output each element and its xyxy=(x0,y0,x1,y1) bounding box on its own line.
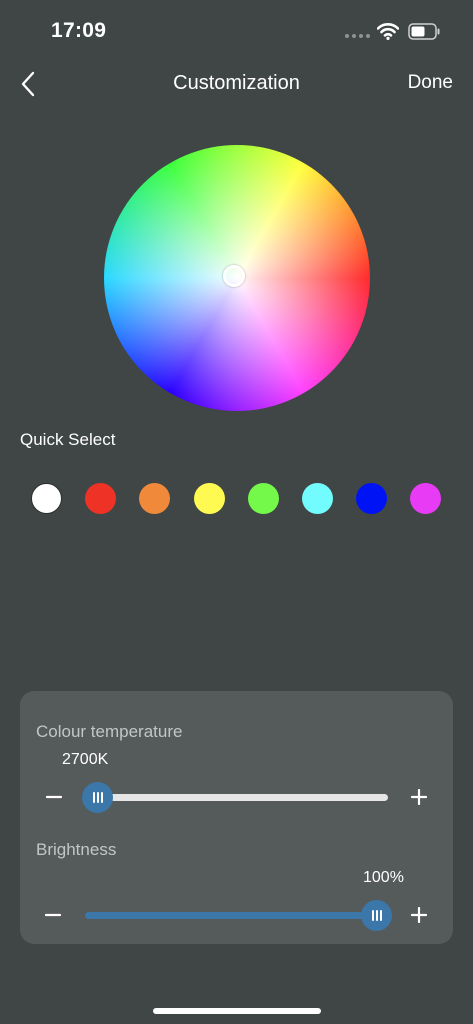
colour-temperature-value: 2700K xyxy=(62,751,109,768)
swatch-white[interactable] xyxy=(31,483,62,514)
swatch-magenta[interactable] xyxy=(410,483,441,514)
swatch-blue[interactable] xyxy=(356,483,387,514)
brightness-decrease-button[interactable] xyxy=(39,901,67,929)
battery-icon xyxy=(408,23,440,40)
light-control-panel: Colour temperature 2700K Brightness 100% xyxy=(20,691,453,944)
status-bar: 17:09 xyxy=(0,0,473,60)
swatch-red[interactable] xyxy=(85,483,116,514)
done-button[interactable]: Done xyxy=(408,72,453,94)
swatch-orange[interactable] xyxy=(139,483,170,514)
brightness-value: 100% xyxy=(363,869,404,886)
swatch-yellow[interactable] xyxy=(194,483,225,514)
page-title: Customization xyxy=(173,72,300,94)
quick-select-label: Quick Select xyxy=(20,430,116,449)
colour-temperature-increase-button[interactable] xyxy=(405,783,433,811)
brightness-increase-button[interactable] xyxy=(405,901,433,929)
colour-temperature-decrease-button[interactable] xyxy=(40,783,68,811)
quick-select-swatches xyxy=(31,483,443,515)
colour-temperature-label: Colour temperature xyxy=(36,722,183,741)
colour-temperature-slider-track[interactable] xyxy=(86,794,388,801)
minus-icon xyxy=(46,795,62,799)
home-indicator xyxy=(153,1008,321,1014)
plus-icon xyxy=(411,789,427,805)
wifi-icon xyxy=(377,23,399,40)
colour-temperature-slider-thumb[interactable] xyxy=(82,782,113,813)
brightness-label: Brightness xyxy=(36,840,117,859)
status-time: 17:09 xyxy=(51,19,107,42)
plus-icon xyxy=(411,907,427,923)
swatch-cyan[interactable] xyxy=(302,483,333,514)
color-wheel-handle[interactable] xyxy=(223,265,245,287)
swatch-green[interactable] xyxy=(248,483,279,514)
brightness-slider-track[interactable] xyxy=(85,912,386,919)
cellular-signal-icon xyxy=(345,34,370,38)
brightness-slider-thumb[interactable] xyxy=(361,900,392,931)
minus-icon xyxy=(45,913,61,917)
